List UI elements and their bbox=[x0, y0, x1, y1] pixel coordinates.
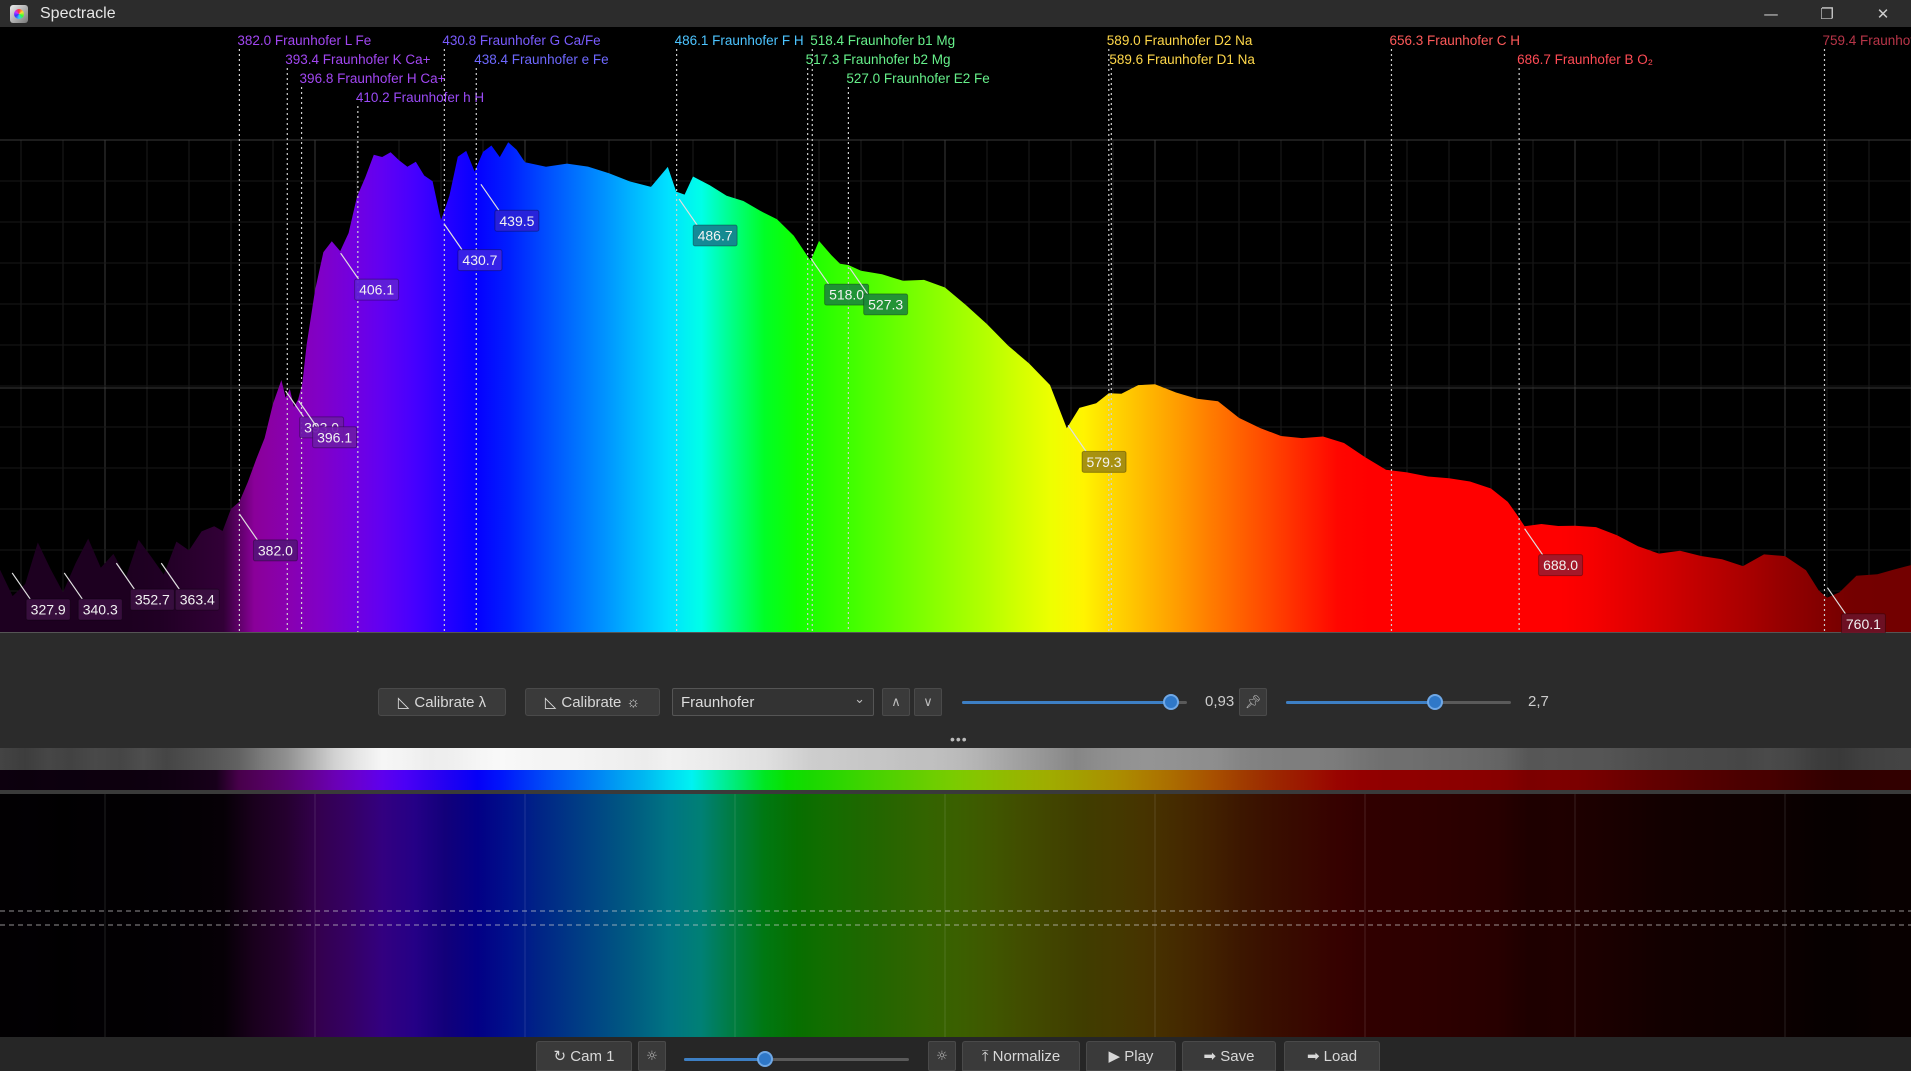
title-bar: Spectracle — ❐ ✕ bbox=[0, 0, 1911, 27]
calibrate-wavelength-label: Calibrate λ bbox=[414, 693, 487, 711]
camera-preview[interactable] bbox=[0, 794, 1911, 1037]
peak-threshold-handle[interactable] bbox=[1163, 694, 1180, 710]
smoothing-value: 2,7 bbox=[1528, 693, 1549, 710]
close-button[interactable]: ✕ bbox=[1855, 0, 1911, 27]
smoothing-slider[interactable] bbox=[1286, 694, 1511, 710]
sun-icon: ☼ bbox=[646, 1048, 658, 1064]
calibrate-intensity-label: Calibrate bbox=[561, 693, 622, 711]
gain-button[interactable]: ☼ bbox=[928, 1041, 956, 1071]
peak-label: 518.0 bbox=[829, 287, 864, 303]
peak-label: 352.7 bbox=[135, 592, 170, 608]
camera-image bbox=[0, 794, 1911, 1037]
reference-line-label: 589.0 Fraunhofer D2 Na bbox=[1107, 33, 1253, 48]
color-bar bbox=[0, 770, 1911, 790]
reference-line-label: 393.4 Fraunhofer K Ca+ bbox=[285, 52, 430, 67]
reference-lines-value: Fraunhofer bbox=[681, 693, 755, 711]
exposure-handle[interactable] bbox=[757, 1051, 773, 1067]
peak-threshold-fill bbox=[962, 701, 1172, 704]
reference-line-label: 486.1 Fraunhofer F H bbox=[675, 33, 804, 48]
control-toolbar: ◺ Calibrate λ ◺ Calibrate ☼ Fraunhofer ⌄… bbox=[0, 633, 1911, 748]
chevron-down-icon: ⌄ bbox=[854, 692, 865, 707]
reference-line-label: 430.8 Fraunhofer G Ca/Fe bbox=[442, 33, 600, 48]
reference-lines-select[interactable]: Fraunhofer ⌄ bbox=[672, 688, 874, 716]
smoothing-fill bbox=[1286, 701, 1435, 704]
peak-label: 430.7 bbox=[462, 252, 497, 268]
play-button[interactable]: ▶ Play bbox=[1086, 1041, 1176, 1071]
peak-label: 396.1 bbox=[317, 429, 352, 445]
sun-icon: ☼ bbox=[936, 1048, 948, 1064]
reference-line-label: 382.0 Fraunhofer L Fe bbox=[237, 33, 371, 48]
peak-threshold-slider[interactable] bbox=[962, 694, 1187, 710]
splitter-handle[interactable]: ••• bbox=[950, 731, 968, 747]
window-title: Spectracle bbox=[40, 4, 116, 22]
ruler-icon: ◺ bbox=[544, 694, 557, 711]
calibrate-wavelength-button[interactable]: ◺ Calibrate λ bbox=[378, 688, 506, 716]
reference-line-label: 759.4 Fraunhofer A O₂ bbox=[1822, 33, 1911, 48]
reference-line-label: 518.4 Fraunhofer b1 Mg bbox=[810, 33, 955, 48]
restore-button[interactable]: ❐ bbox=[1799, 0, 1855, 27]
reference-line-label: 527.0 Fraunhofer E2 Fe bbox=[846, 71, 989, 86]
reference-line-label: 589.6 Fraunhofer D1 Na bbox=[1109, 52, 1255, 67]
peak-label: 439.5 bbox=[499, 213, 534, 229]
peak-label: 340.3 bbox=[83, 601, 118, 617]
exposure-slider[interactable] bbox=[684, 1051, 909, 1067]
normalize-button[interactable]: ⤒ Normalize bbox=[962, 1041, 1080, 1071]
calibrate-intensity-button[interactable]: ◺ Calibrate ☼ bbox=[525, 688, 660, 716]
peak-label: 406.1 bbox=[359, 282, 394, 298]
intensity-bar bbox=[0, 748, 1911, 770]
next-reference-button[interactable]: ∨ bbox=[914, 688, 942, 716]
peak-label: 527.3 bbox=[868, 296, 903, 312]
peak-label: 688.0 bbox=[1543, 557, 1578, 573]
peak-label: 382.0 bbox=[258, 542, 293, 558]
spectrum-graph[interactable]: 382.0 Fraunhofer L Fe 393.4 Fraunhofer K … bbox=[0, 27, 1911, 633]
peak-threshold-value: 0,93 bbox=[1205, 693, 1235, 710]
peak-label: 363.4 bbox=[180, 592, 215, 608]
reference-line-label: 656.3 Fraunhofer C H bbox=[1389, 33, 1520, 48]
peak-label: 486.7 bbox=[698, 228, 733, 244]
minimize-button[interactable]: — bbox=[1743, 0, 1799, 27]
peak-label: 579.3 bbox=[1087, 454, 1122, 470]
pin-icon: 📌︎ bbox=[1244, 694, 1262, 710]
exposure-fill bbox=[684, 1058, 765, 1061]
app-icon bbox=[10, 4, 28, 23]
reference-line-label: 438.4 Fraunhofer e Fe bbox=[474, 52, 608, 67]
reference-line-label: 686.7 Fraunhofer B O₂ bbox=[1517, 52, 1653, 67]
peak-label: 760.1 bbox=[1846, 616, 1881, 632]
previous-reference-button[interactable]: ∧ bbox=[882, 688, 910, 716]
save-button[interactable]: ➡ Save bbox=[1182, 1041, 1276, 1071]
ruler-icon: ◺ bbox=[397, 694, 410, 711]
bottom-bar: ↻ Cam 1 ☼ ☼ ⤒ Normalize ▶ Play ➡ Save ➡ … bbox=[0, 1037, 1911, 1071]
intensity-strip bbox=[0, 748, 1911, 794]
pin-button[interactable]: 📌︎ bbox=[1239, 688, 1267, 716]
reference-line-label: 396.8 Fraunhofer H Ca+ bbox=[300, 71, 446, 86]
sun-icon: ☼ bbox=[626, 693, 641, 711]
reference-line-label: 410.2 Fraunhofer h H bbox=[356, 90, 484, 105]
load-button[interactable]: ➡ Load bbox=[1284, 1041, 1380, 1071]
reference-line-label: 517.3 Fraunhofer b2 Mg bbox=[806, 52, 951, 67]
peak-label: 327.9 bbox=[31, 601, 66, 617]
exposure-button[interactable]: ☼ bbox=[638, 1041, 666, 1071]
camera-select-button[interactable]: ↻ Cam 1 bbox=[536, 1041, 632, 1071]
smoothing-handle[interactable] bbox=[1426, 694, 1443, 710]
